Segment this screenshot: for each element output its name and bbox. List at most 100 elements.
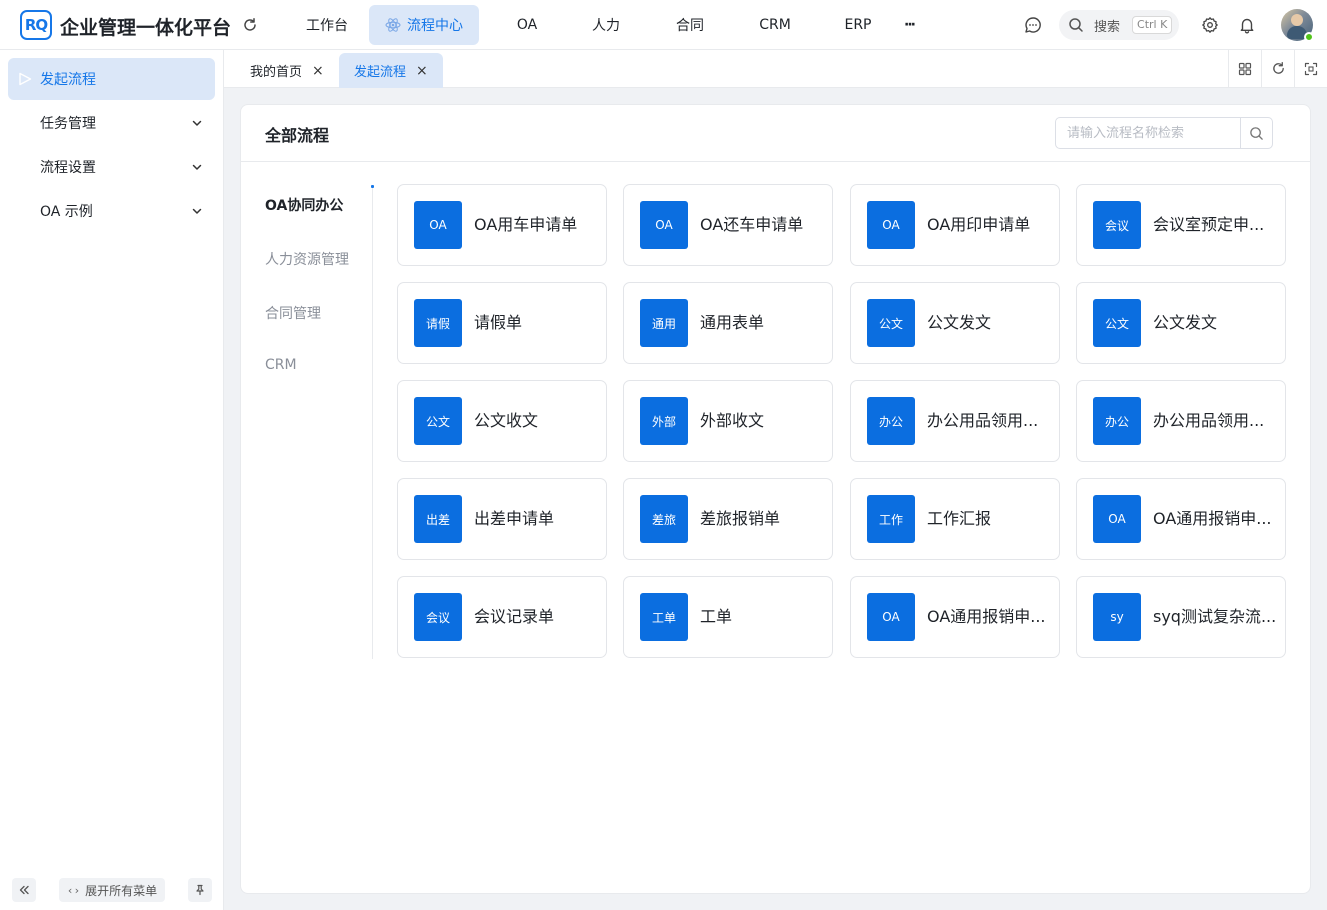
process-card[interactable]: 请假 请假单 [397,282,607,364]
process-card[interactable]: sy syq测试复杂流... [1076,576,1286,658]
double-chevron-left-icon [19,885,29,895]
process-name: OA用车申请单 [474,215,578,234]
nav-item-label: 流程中心 [407,18,463,34]
chevron-down-icon [191,205,203,217]
nav-item-contract[interactable]: 合同 [637,5,743,45]
nav-item-crm[interactable]: CRM [743,5,807,45]
category-oa-collaboration[interactable]: OA协同办公 [265,195,343,215]
process-card[interactable]: 公文 公文发文 [850,282,1060,364]
nav-item-label: 合同 [676,18,704,34]
process-name: 差旅报销单 [700,509,781,528]
tab-refresh-button[interactable] [1261,50,1294,87]
process-card[interactable]: 工单 工单 [623,576,833,658]
process-badge: 差旅 [640,495,688,543]
process-card[interactable]: 会议 会议记录单 [397,576,607,658]
category-hr-management[interactable]: 人力资源管理 [265,249,349,269]
process-card[interactable]: OA OA还车申请单 [623,184,833,266]
bell-icon[interactable] [1237,15,1257,35]
sidebar-item-start-process[interactable]: 发起流程 [8,58,215,100]
refresh-icon [1272,62,1284,74]
process-name: OA通用报销申... [1153,509,1272,528]
category-crm[interactable]: CRM [265,357,297,373]
process-badge: 公文 [414,397,462,445]
process-badge: 外部 [640,397,688,445]
sidebar-footer: ‹› 展开所有菜单 [0,878,223,902]
process-badge: OA [414,201,462,249]
process-name: 请假单 [474,313,523,332]
tab-start-process[interactable]: 发起流程 × [339,53,443,88]
category-contract-management[interactable]: 合同管理 [265,303,321,323]
chat-icon[interactable] [1023,15,1043,35]
process-card[interactable]: OA OA用车申请单 [397,184,607,266]
tab-label: 发起流程 [354,65,407,80]
process-name: 会议记录单 [474,607,555,626]
process-badge: 工单 [640,593,688,641]
process-badge: sy [1093,593,1141,641]
process-card[interactable]: 办公 办公用品领用... [1076,380,1286,462]
process-search [1055,117,1273,149]
avatar-head [1291,14,1303,26]
all-processes-card: 全部流程 OA协同办公 人力资源管理 合同管理 CRM OAOA用车申请单OAO… [240,104,1311,894]
process-card[interactable]: 会议 会议室预定申... [1076,184,1286,266]
tab-my-home[interactable]: 我的首页 × [234,53,338,88]
process-badge: 办公 [867,397,915,445]
process-card[interactable]: 出差 出差申请单 [397,478,607,560]
process-card[interactable]: 差旅 差旅报销单 [623,478,833,560]
nav-item-workbench[interactable]: 工作台 [285,5,369,45]
pin-sidebar-button[interactable] [188,878,212,902]
tab-bar: 我的首页 × 发起流程 × [224,50,1327,88]
process-name: 办公用品领用... [927,411,1039,430]
process-card[interactable]: 通用 通用表单 [623,282,833,364]
process-name: syq测试复杂流... [1153,607,1277,626]
nav-item-erp[interactable]: ERP [807,5,909,45]
chevron-down-icon [191,161,203,173]
process-badge: OA [867,201,915,249]
category-active-indicator [371,185,374,188]
sidebar-item-oa-examples[interactable]: OA 示例 [8,190,215,232]
settings-icon[interactable] [1200,15,1220,35]
process-card[interactable]: OA OA通用报销申... [1076,478,1286,560]
nav-item-oa[interactable]: OA [479,5,575,45]
sidebar-item-task-management[interactable]: 任务管理 [8,102,215,144]
process-card[interactable]: 办公 办公用品领用... [850,380,1060,462]
grid-icon [1238,62,1252,75]
process-card[interactable]: OA OA用印申请单 [850,184,1060,266]
process-badge: OA [867,593,915,641]
process-card[interactable]: OA OA通用报销申... [850,576,1060,658]
process-name: 工作汇报 [927,509,992,528]
process-search-button[interactable] [1240,118,1272,148]
tab-grid-view-button[interactable] [1228,50,1261,87]
process-card[interactable]: 工作 工作汇报 [850,478,1060,560]
process-badge: 通用 [640,299,688,347]
app-logo[interactable]: RQ [20,10,52,40]
search-shortcut: Ctrl K [1132,16,1173,34]
play-icon [18,72,32,86]
category-divider [372,185,373,659]
tab-fullscreen-button[interactable] [1294,50,1327,87]
process-badge: 出差 [414,495,462,543]
fullscreen-icon [1304,62,1318,75]
close-icon[interactable]: × [312,63,324,79]
nav-item-hr[interactable]: 人力 [575,5,637,45]
sidebar: 发起流程 任务管理 流程设置 OA 示例 ‹› 展开所有菜单 [0,50,224,910]
expand-all-menus-button[interactable]: ‹› 展开所有菜单 [59,878,165,902]
nav-item-process-center[interactable]: 流程中心 [369,5,479,45]
card-title: 全部流程 [265,126,330,145]
expand-all-label: 展开所有菜单 [85,883,158,898]
process-search-input[interactable] [1056,118,1242,148]
process-name: OA通用报销申... [927,607,1046,626]
close-icon[interactable]: × [416,63,428,79]
process-card[interactable]: 外部 外部收文 [623,380,833,462]
user-avatar[interactable] [1281,9,1314,42]
refresh-icon[interactable] [240,15,260,35]
process-card[interactable]: 公文 公文发文 [1076,282,1286,364]
sidebar-item-process-settings[interactable]: 流程设置 [8,146,215,188]
collapse-sidebar-button[interactable] [12,878,36,902]
chevron-down-icon [191,117,203,129]
search-label: 搜索 [1094,19,1121,35]
nav-item-label: 工作台 [306,18,348,34]
process-card[interactable]: 公文 公文收文 [397,380,607,462]
global-search-button[interactable]: 搜索 Ctrl K [1059,10,1179,40]
process-name: 会议室预定申... [1153,215,1265,234]
process-name: 公文发文 [927,313,992,332]
